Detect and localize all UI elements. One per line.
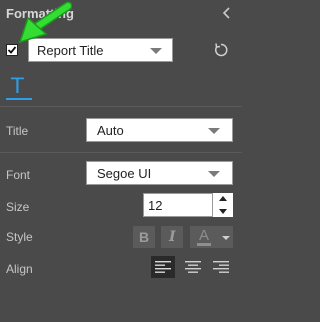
title-select-value: Auto — [97, 123, 124, 138]
size-stepper — [213, 193, 233, 217]
title-style-value: Report Title — [37, 43, 104, 58]
align-center-icon — [185, 261, 201, 273]
chevron-down-icon — [222, 236, 230, 240]
text-tab-icon: T — [11, 74, 24, 98]
tab-text[interactable]: T — [6, 74, 32, 100]
size-decrement-button[interactable] — [213, 205, 233, 217]
chevron-down-icon — [219, 209, 227, 214]
font-color-button[interactable]: A — [190, 226, 233, 248]
align-label: Align — [6, 262, 33, 276]
title-select[interactable]: Auto — [86, 118, 233, 142]
title-label: Title — [6, 124, 29, 138]
bold-icon: B — [139, 229, 150, 245]
font-color-icon: A — [199, 227, 210, 244]
panel-header: Formatting — [0, 0, 242, 28]
bold-button[interactable]: B — [133, 226, 155, 248]
title-style-select[interactable]: Report Title — [28, 38, 173, 62]
style-label: Style — [6, 230, 33, 244]
divider — [0, 152, 242, 153]
font-label: Font — [6, 168, 31, 182]
reset-icon[interactable] — [213, 42, 229, 58]
align-right-button[interactable] — [209, 256, 233, 278]
title-row: Report Title — [0, 34, 242, 66]
italic-button[interactable]: I — [161, 226, 183, 248]
align-center-button[interactable] — [181, 256, 205, 278]
chevron-down-icon — [208, 171, 220, 177]
font-select[interactable]: Segoe UI — [86, 161, 233, 185]
font-select-value: Segoe UI — [97, 166, 152, 181]
size-value: 12 — [148, 198, 163, 213]
title-checkbox[interactable] — [6, 44, 18, 56]
chevron-down-icon — [208, 128, 220, 134]
size-increment-button[interactable] — [213, 193, 233, 205]
panel-title: Formatting — [6, 6, 74, 21]
italic-icon: I — [169, 229, 176, 245]
chevron-up-icon — [219, 196, 227, 201]
checkmark-icon — [7, 46, 17, 54]
chevron-down-icon — [150, 48, 162, 54]
chevron-left-icon[interactable] — [220, 5, 234, 21]
align-right-icon — [213, 261, 229, 273]
align-left-icon — [155, 261, 171, 273]
size-label: Size — [6, 200, 30, 214]
divider — [0, 106, 242, 107]
font-color-swatch — [197, 243, 211, 246]
align-left-button[interactable] — [151, 256, 175, 278]
size-input[interactable]: 12 — [143, 193, 213, 217]
